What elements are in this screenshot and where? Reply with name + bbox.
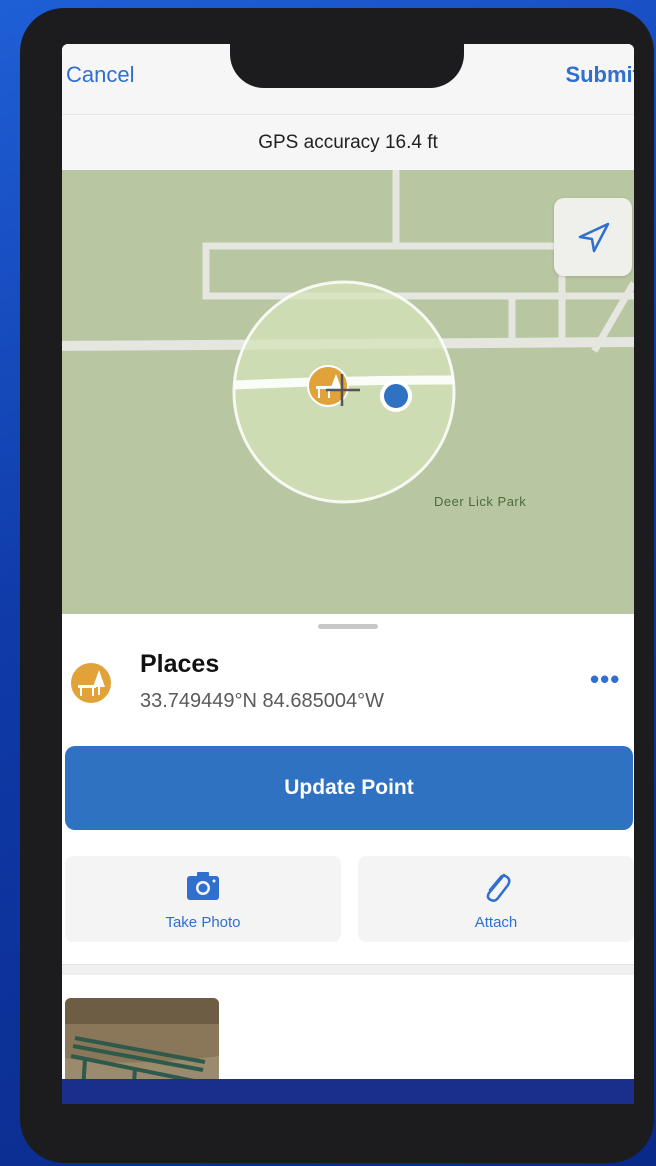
- attach-label: Attach: [474, 914, 518, 931]
- paperclip-icon: [486, 873, 511, 902]
- park-label: Deer Lick Park: [434, 494, 527, 509]
- more-options-button[interactable]: •••: [590, 664, 620, 695]
- cancel-button[interactable]: Cancel: [66, 62, 134, 88]
- map-canvas: [62, 170, 634, 504]
- location-arrow-icon: [578, 222, 610, 253]
- attach-button[interactable]: Attach: [358, 856, 634, 942]
- phone-notch: [230, 40, 464, 88]
- bottom-sheet: Places 33.749449°N 84.685004°W ••• Updat…: [62, 614, 634, 1104]
- place-title: Places: [140, 650, 220, 678]
- gps-accuracy-label: GPS accuracy 16.4 ft: [62, 114, 634, 171]
- take-photo-label: Take Photo: [165, 914, 241, 931]
- map-view[interactable]: Deer Lick Park: [62, 170, 634, 614]
- bottom-bar: [62, 1079, 634, 1104]
- screen: Cancel Submit GPS accuracy 16.4 ft Deer …: [62, 44, 634, 1104]
- take-photo-button[interactable]: Take Photo: [65, 856, 341, 942]
- camera-icon: [187, 872, 219, 900]
- picnic-table-icon: [69, 661, 113, 705]
- sheet-grabber[interactable]: [318, 624, 378, 629]
- section-divider: [62, 964, 634, 975]
- submit-button[interactable]: Submit: [565, 62, 634, 88]
- update-point-button[interactable]: Update Point: [65, 746, 633, 830]
- place-coordinates: 33.749449°N 84.685004°W: [140, 690, 384, 712]
- locate-button[interactable]: [554, 198, 632, 276]
